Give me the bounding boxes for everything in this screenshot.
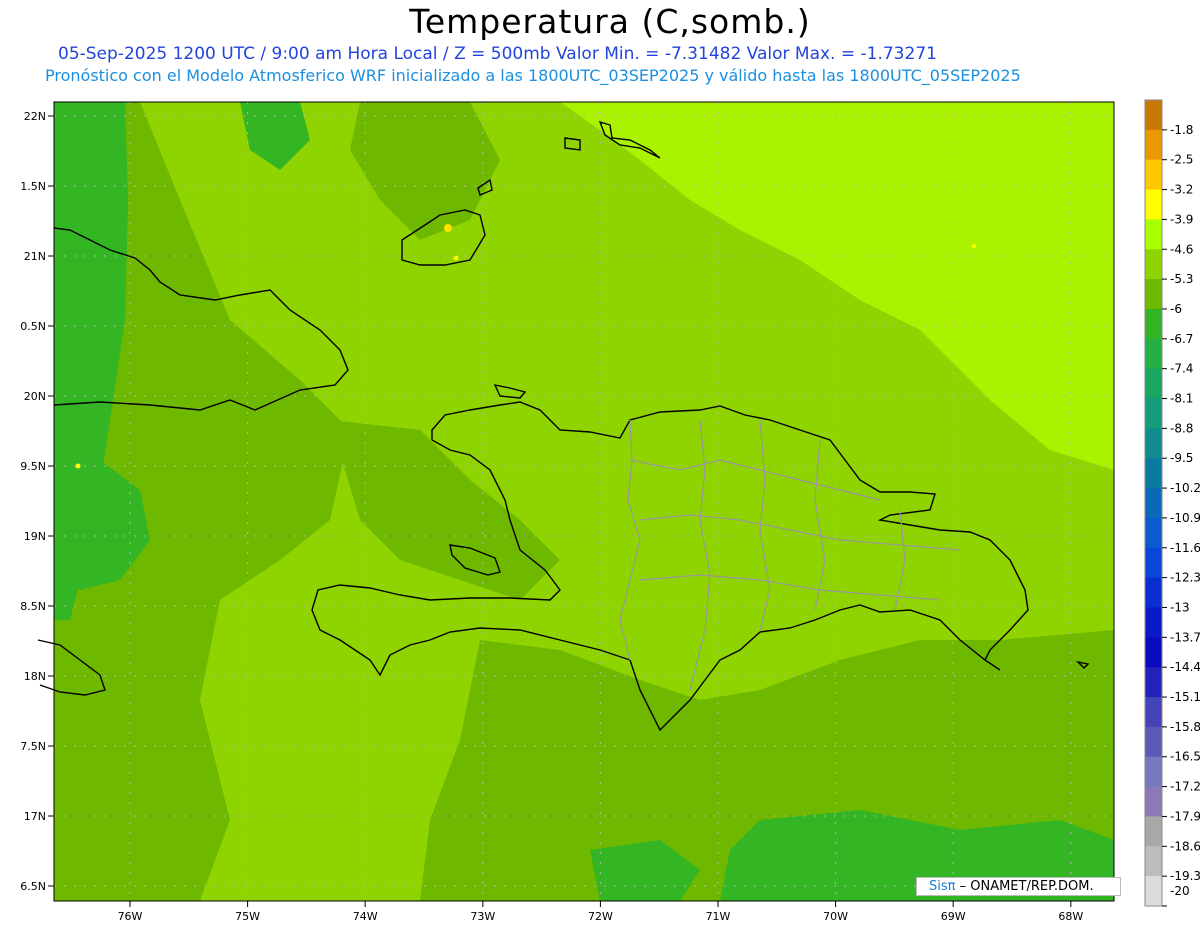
color-legend: -1.8 -2.5 -3.2 -3.9 -4.6 -5.3 -6 -6.7 -7.4 -8.1 -8… <box>1144 99 1200 907</box>
legend-swatch <box>1145 517 1162 549</box>
lon-label: 75W <box>235 910 260 923</box>
legend-label: -3.9 <box>1170 212 1193 226</box>
legend-label: -13 <box>1170 600 1190 614</box>
legend-swatch <box>1145 607 1162 638</box>
legend-swatch <box>1145 756 1162 788</box>
lon-label: 70W <box>823 910 848 923</box>
legend-label: -15.1 <box>1170 690 1200 704</box>
lat-label: 18N <box>24 670 46 683</box>
legend-swatch <box>1145 577 1162 608</box>
lat-label: 19N <box>24 530 46 543</box>
lon-label: 69W <box>941 910 966 923</box>
legend-label: -17.9 <box>1170 809 1200 823</box>
warm-spot <box>75 463 81 469</box>
legend-swatch <box>1145 100 1162 131</box>
legend-swatch <box>1145 816 1162 847</box>
lon-label: 72W <box>588 910 613 923</box>
legend-label: -13.7 <box>1170 630 1200 644</box>
legend-label: -4.6 <box>1170 242 1193 256</box>
temperature-map: 22N 1.5N 21N 0.5N 20N 9.5N 19N 8.5N 18N 7.5N 17N 6.… <box>20 99 1200 923</box>
legend-swatch <box>1145 786 1162 817</box>
legend-swatch <box>1145 338 1162 370</box>
legend-swatch <box>1145 458 1162 489</box>
legend-swatch <box>1145 368 1162 400</box>
legend-swatch <box>1145 159 1162 191</box>
lat-label: 20N <box>24 390 46 403</box>
lat-label: 21N <box>24 250 46 263</box>
legend-label: -10.2 <box>1170 481 1200 495</box>
legend-label: -10.9 <box>1170 511 1200 525</box>
sispi-brand: Sisπ <box>929 879 956 894</box>
lon-label: 76W <box>118 910 143 923</box>
legend-label: -20 <box>1170 884 1190 898</box>
legend-label: -2.5 <box>1170 153 1193 167</box>
legend-label: -8.1 <box>1170 392 1193 406</box>
lat-label: 7.5N <box>20 740 46 753</box>
legend-swatch <box>1145 428 1162 459</box>
lat-label: 9.5N <box>20 460 46 473</box>
legend-label: -16.5 <box>1170 750 1200 764</box>
lat-label: 17N <box>24 810 46 823</box>
legend-swatch <box>1145 547 1162 579</box>
legend-label: -6.7 <box>1170 332 1193 346</box>
legend-label: -11.6 <box>1170 541 1200 555</box>
legend-swatch <box>1145 846 1162 877</box>
legend-label: -18.6 <box>1170 839 1200 853</box>
legend-label: -19.3 <box>1170 869 1200 883</box>
legend-label: -1.8 <box>1170 123 1193 137</box>
legend-label: -12.3 <box>1170 571 1200 585</box>
lat-label: 0.5N <box>20 320 46 333</box>
legend-swatch <box>1145 876 1162 907</box>
legend-label: -8.8 <box>1170 421 1193 435</box>
legend-label: -3.2 <box>1170 183 1193 197</box>
legend-swatch <box>1145 488 1162 519</box>
credit-box: Sisπ – ONAMET/REP.DOM. <box>916 877 1121 896</box>
legend-label: -14.4 <box>1170 660 1200 674</box>
lon-label: 71W <box>706 910 731 923</box>
lat-label: 22N <box>24 110 46 123</box>
legend-label: -5.3 <box>1170 272 1193 286</box>
legend-swatch <box>1145 249 1162 280</box>
legend-swatch <box>1145 398 1162 429</box>
lon-label: 73W <box>470 910 495 923</box>
legend-swatch <box>1145 697 1162 728</box>
legend-label: -9.5 <box>1170 451 1193 465</box>
legend-swatch <box>1145 308 1162 340</box>
lat-label: 1.5N <box>20 180 46 193</box>
latitude-axis: 22N 1.5N 21N 0.5N 20N 9.5N 19N 8.5N 18N 7.5N 17N 6.… <box>20 110 54 893</box>
legend-swatch <box>1145 189 1162 220</box>
legend-swatch <box>1145 129 1162 161</box>
onamet-credit: – ONAMET/REP.DOM. <box>959 879 1094 894</box>
legend-label: -7.4 <box>1170 362 1193 376</box>
legend-label: -15.8 <box>1170 720 1200 734</box>
legend-swatch <box>1145 637 1162 668</box>
lat-label: 8.5N <box>20 600 46 613</box>
legend-swatch <box>1145 219 1162 250</box>
legend-label: -6 <box>1170 302 1182 316</box>
lon-label: 74W <box>353 910 378 923</box>
legend-swatch <box>1145 279 1162 310</box>
legend-swatch <box>1145 667 1162 698</box>
lon-label: 68W <box>1058 910 1083 923</box>
legend-swatch <box>1145 726 1162 758</box>
map-field <box>54 102 1114 901</box>
lat-label: 6.5N <box>20 880 46 893</box>
longitude-axis: 76W 75W 74W 73W 72W 71W 70W 69W 68W <box>118 901 1083 923</box>
warm-spot <box>444 224 452 232</box>
legend-label: -17.2 <box>1170 780 1200 794</box>
warm-spot <box>972 244 976 248</box>
